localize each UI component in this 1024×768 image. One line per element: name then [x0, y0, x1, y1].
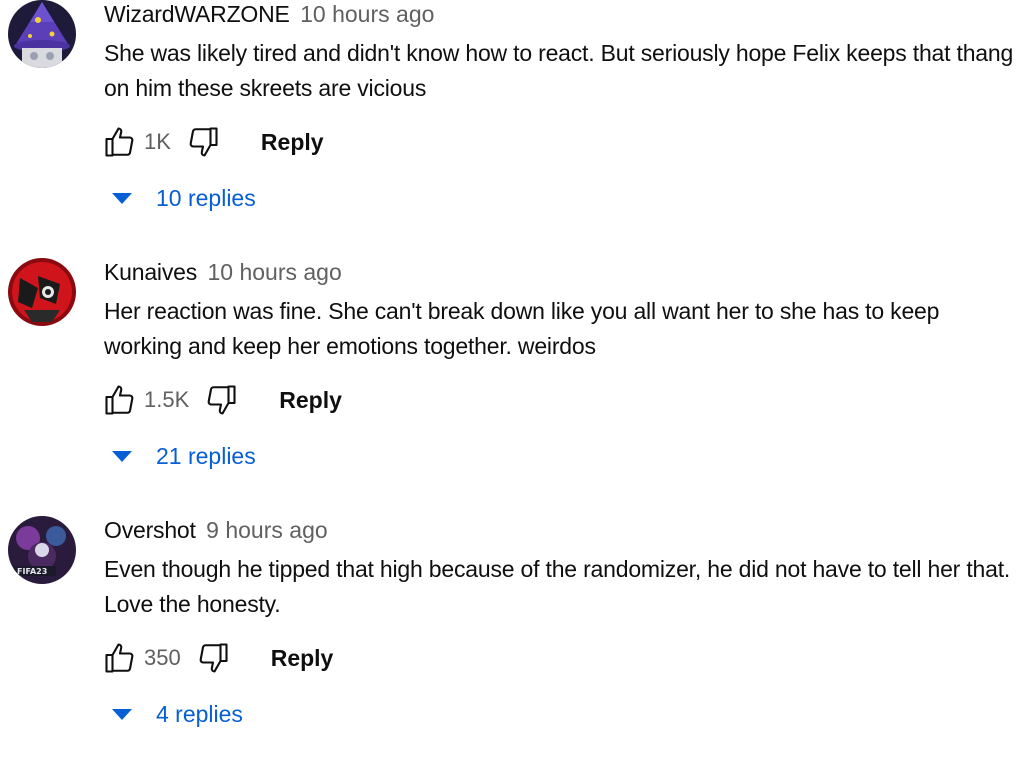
comment-actions: 1K Reply: [100, 122, 324, 162]
view-replies-button[interactable]: 10 replies: [112, 180, 256, 216]
comments-section: WizardWARZONE 10 hours ago She was likel…: [0, 0, 1024, 768]
caret-down-icon: [112, 192, 132, 204]
view-replies-button[interactable]: 21 replies: [112, 438, 256, 474]
like-count: 1.5K: [144, 387, 190, 412]
comment-author[interactable]: Overshot: [104, 517, 196, 543]
comment-text: Even though he tipped that high because …: [104, 556, 1011, 617]
dislike-button[interactable]: [201, 380, 241, 420]
comment-author[interactable]: Kunaives: [104, 259, 197, 285]
replies-count-label: 4 replies: [156, 700, 243, 727]
caret-down-icon: [112, 708, 132, 720]
avatar[interactable]: [8, 258, 76, 326]
replies-count-label: 21 replies: [156, 442, 256, 469]
comment-text: She was likely tired and didn't know how…: [104, 40, 1014, 101]
view-replies-button[interactable]: 4 replies: [112, 696, 243, 732]
comment-actions: 350 Reply: [100, 638, 333, 678]
thumbs-up-icon: [105, 385, 134, 415]
thumbs-down-icon: [199, 643, 228, 673]
comment-header: Kunaives 10 hours ago: [104, 258, 342, 286]
like-button[interactable]: [100, 122, 140, 162]
comment-thread: Kunaives 10 hours ago Her reaction was f…: [0, 258, 1024, 516]
caret-down-icon: [112, 450, 132, 462]
comment-timestamp[interactable]: 10 hours ago: [300, 1, 434, 27]
svg-text:FIFA23: FIFA23: [17, 567, 47, 576]
comment-thread: FIFA23 Overshot 9 hours ago Even though …: [0, 516, 1024, 768]
comment-timestamp[interactable]: 9 hours ago: [206, 517, 327, 543]
avatar[interactable]: [8, 0, 76, 68]
comment-thread: WizardWARZONE 10 hours ago She was likel…: [0, 0, 1024, 258]
dislike-button[interactable]: [193, 638, 233, 678]
comment-header: WizardWARZONE 10 hours ago: [104, 0, 434, 28]
red-anime-avatar-icon: [8, 258, 76, 326]
thumbs-up-icon: [105, 643, 134, 673]
comment-text: Her reaction was fine. She can't break d…: [104, 298, 940, 359]
thumbs-down-icon: [189, 127, 218, 157]
avatar[interactable]: FIFA23: [8, 516, 76, 584]
reply-button[interactable]: Reply: [271, 645, 334, 672]
reply-button[interactable]: Reply: [261, 129, 324, 156]
like-count: 350: [144, 645, 181, 670]
thumbs-up-icon: [105, 127, 134, 157]
comment-timestamp[interactable]: 10 hours ago: [207, 259, 341, 285]
thumbs-down-icon: [207, 385, 236, 415]
wizard-hat-avatar-icon: [8, 0, 76, 68]
like-button[interactable]: [100, 638, 140, 678]
dislike-button[interactable]: [183, 122, 223, 162]
replies-count-label: 10 replies: [156, 184, 256, 211]
reply-button[interactable]: Reply: [279, 387, 342, 414]
comment-author[interactable]: WizardWARZONE: [104, 1, 290, 27]
gaming-avatar-icon: FIFA23: [8, 516, 76, 584]
comment-actions: 1.5K Reply: [100, 380, 342, 420]
like-button[interactable]: [100, 380, 140, 420]
comment-header: Overshot 9 hours ago: [104, 516, 328, 544]
like-count: 1K: [144, 129, 171, 154]
